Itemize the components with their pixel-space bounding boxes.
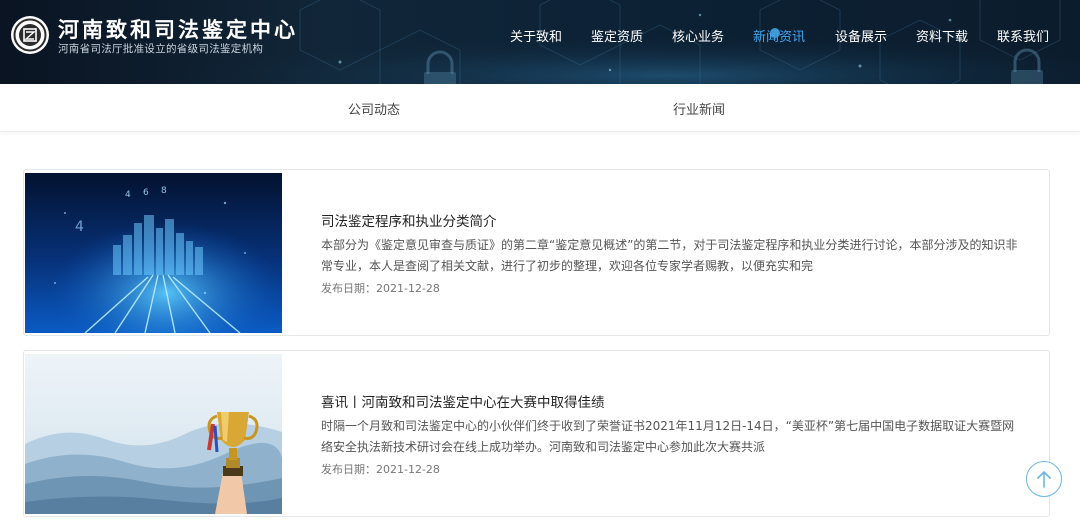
article-title[interactable]: 司法鉴定程序和执业分类简介 [321, 210, 497, 230]
arrow-up-icon [1037, 471, 1051, 488]
nav-item-core-business[interactable]: 核心业务 [672, 26, 724, 45]
svg-text:4: 4 [75, 219, 84, 235]
nav-item-news[interactable]: 新闻资讯 [753, 26, 805, 45]
nav-item-downloads[interactable]: 资料下载 [916, 26, 968, 45]
svg-text:8: 8 [161, 186, 167, 196]
svg-text:4: 4 [125, 190, 131, 200]
nav-item-contact[interactable]: 联系我们 [997, 26, 1049, 45]
brand-title[interactable]: 河南致和司法鉴定中心 [58, 14, 298, 44]
nav-item-about[interactable]: 关于致和 [510, 26, 562, 45]
article-title[interactable]: 喜讯丨河南致和司法鉴定中心在大赛中取得佳绩 [321, 391, 605, 411]
logo-seal-icon[interactable] [11, 16, 49, 54]
article-card[interactable]: 喜讯丨河南致和司法鉴定中心在大赛中取得佳绩 时隔一个月致和司法鉴定中心的小伙伴们… [23, 350, 1050, 517]
nav-item-equipment[interactable]: 设备展示 [835, 26, 887, 45]
brand-subtitle: 河南省司法厅批准设立的省级司法鉴定机构 [58, 43, 264, 55]
article-summary: 本部分为《鉴定意见审查与质证》的第二章“鉴定意见概述”的第二节，对于司法鉴定程序… [321, 238, 1018, 273]
main-nav: 关于致和 鉴定资质 核心业务 新闻资讯 设备展示 资料下载 联系我们 [490, 0, 1070, 70]
svg-text:6: 6 [143, 188, 149, 198]
tab-industry-news[interactable]: 行业新闻 [673, 99, 725, 118]
article-date: 发布日期：2021-12-28 [321, 463, 440, 476]
trophy-mountains-image[interactable] [25, 354, 282, 514]
article-card[interactable]: 6 8 4 4 司法鉴定程序和执业分类简介 本部分为《鉴定意见审查与质证》的第二章“… [23, 169, 1050, 336]
tab-company-news[interactable]: 公司动态 [348, 99, 400, 118]
article-date: 发布日期：2021-12-28 [321, 282, 440, 295]
site-header: 河南致和司法鉴定中心 河南省司法厅批准设立的省级司法鉴定机构 关于致和 鉴定资质… [0, 0, 1080, 84]
nav-item-qualifications[interactable]: 鉴定资质 [591, 26, 643, 45]
article-summary: 时隔一个月致和司法鉴定中心的小伙伴们终于收到了荣誉证书2021年11月12日-1… [321, 419, 1015, 454]
news-subnav: 公司动态 行业新闻 [0, 84, 1080, 132]
city-circuit-image[interactable]: 6 8 4 4 [25, 173, 282, 333]
back-to-top-button[interactable] [1026, 461, 1062, 497]
